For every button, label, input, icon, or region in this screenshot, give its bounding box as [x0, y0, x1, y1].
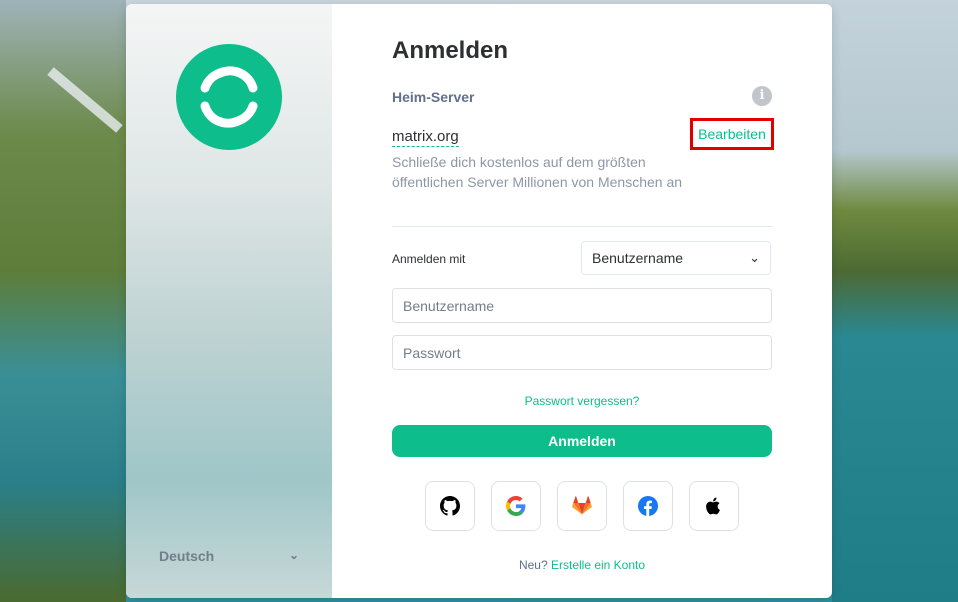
- username-input[interactable]: [392, 288, 772, 323]
- sso-gitlab-button[interactable]: [557, 481, 607, 531]
- language-label: Deutsch: [159, 548, 215, 564]
- homeserver-label: Heim-Server: [392, 89, 475, 105]
- info-icon[interactable]: i: [752, 86, 772, 106]
- language-selector[interactable]: Deutsch ⌄: [159, 548, 299, 564]
- login-method-value: Benutzername: [592, 250, 684, 266]
- background-left: [0, 0, 126, 602]
- edit-homeserver-button[interactable]: Bearbeiten: [690, 118, 774, 150]
- divider: [392, 226, 772, 227]
- login-submit-button[interactable]: Anmelden: [392, 425, 772, 457]
- google-icon: [506, 496, 526, 516]
- sso-facebook-button[interactable]: [623, 481, 673, 531]
- auth-sidebar: Deutsch ⌄: [126, 4, 332, 598]
- login-method-select[interactable]: Benutzername ⌄: [581, 241, 771, 275]
- github-icon: [440, 496, 460, 516]
- footer-text: Neu?: [518, 558, 548, 572]
- facebook-icon: [638, 496, 658, 516]
- create-account-link[interactable]: Erstelle ein Konto: [551, 558, 645, 572]
- password-input[interactable]: [392, 335, 772, 370]
- element-logo-icon: [176, 44, 282, 150]
- sso-google-button[interactable]: [491, 481, 541, 531]
- homeserver-name: matrix.org: [392, 128, 459, 147]
- homeserver-description: Schließe dich kostenlos auf dem größten …: [392, 154, 683, 190]
- login-card: Deutsch ⌄ Anmelden Heim-Server i matrix.…: [126, 4, 832, 598]
- sso-github-button[interactable]: [425, 481, 475, 531]
- signup-footer: Neu? Erstelle ein Konto: [392, 558, 772, 572]
- chevron-down-icon: ⌄: [749, 250, 760, 265]
- page-title: Anmelden: [392, 37, 509, 64]
- chevron-down-icon: ⌄: [288, 548, 299, 562]
- apple-icon: [706, 497, 720, 515]
- background-right: [832, 0, 958, 602]
- login-with-label: Anmelden mit: [392, 252, 466, 266]
- gitlab-icon: [572, 496, 592, 515]
- login-form: Anmelden Heim-Server i matrix.org Bearbe…: [332, 4, 832, 598]
- sso-apple-button[interactable]: [689, 481, 739, 531]
- forgot-password-link[interactable]: Passwort vergessen?: [392, 394, 772, 408]
